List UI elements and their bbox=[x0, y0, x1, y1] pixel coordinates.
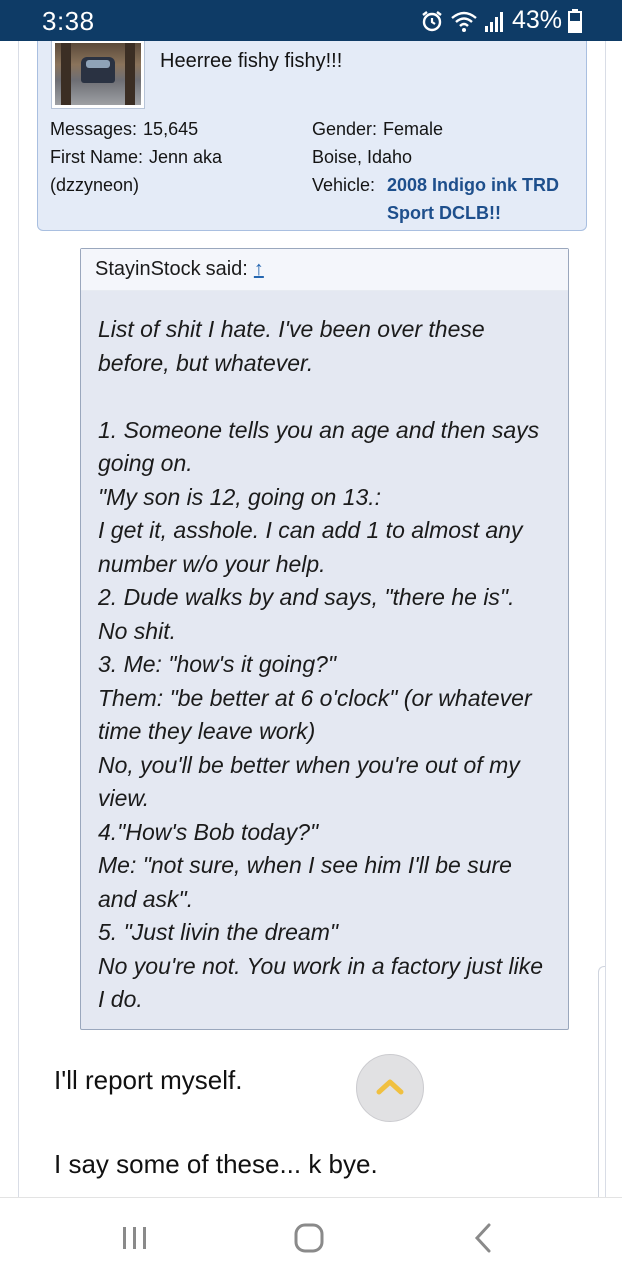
phone-screen: 3:38 43% Heerree fishy fishy!!! Messages… bbox=[0, 0, 622, 1279]
home-button[interactable] bbox=[289, 1220, 329, 1260]
jump-to-quote-icon[interactable]: ↑ bbox=[254, 258, 264, 281]
user-signature: Heerree fishy fishy!!! bbox=[160, 50, 343, 72]
edge-panel-handle[interactable] bbox=[598, 966, 605, 1197]
quote-line: number w/o your help. bbox=[98, 550, 326, 577]
quote-line: 1. Someone tells you an age and then say… bbox=[98, 416, 540, 443]
chevron-up-icon bbox=[375, 1076, 405, 1101]
forum-post-page: Heerree fishy fishy!!! Messages: 15,645 F… bbox=[18, 41, 606, 1197]
messages-stat: Messages: 15,645 bbox=[50, 115, 198, 143]
status-time: 3:38 bbox=[42, 6, 95, 36]
quote-line: going on. bbox=[98, 450, 193, 476]
vehicle-label: Vehicle: bbox=[312, 175, 376, 195]
post-text-line-1: I'll report myself. bbox=[54, 1065, 243, 1095]
first-name-continued: (dzzyneon) bbox=[50, 175, 140, 195]
quote-line: Me: "not sure, when I see him I'll be su… bbox=[98, 852, 512, 878]
quote-text: List of shit I hate. I've been over thes… bbox=[81, 291, 568, 1017]
quote-header: StayinStock said: ↑ bbox=[81, 249, 568, 291]
gender-stat: Gender: Female bbox=[312, 115, 443, 143]
first-name-value: Jenn aka bbox=[149, 147, 223, 167]
recents-icon bbox=[120, 1225, 150, 1256]
quote-line: "My son is 12, going on 13.: bbox=[98, 483, 382, 510]
quote-author[interactable]: StayinStock bbox=[95, 258, 201, 281]
location-value: Boise, Idaho bbox=[312, 147, 413, 167]
avatar[interactable] bbox=[52, 41, 144, 108]
quote-line: Them: "be better at 6 o'clock" (or whate… bbox=[98, 684, 532, 711]
quote-line: view. bbox=[98, 785, 150, 811]
quote-line: No shit. bbox=[98, 617, 176, 644]
quote-line: 2. Dude walks by and says, "there he is"… bbox=[98, 584, 515, 610]
alarm-icon bbox=[420, 9, 444, 33]
status-bar: 3:38 43% bbox=[0, 0, 622, 41]
quote-block: StayinStock said: ↑ List of shit I hate.… bbox=[80, 248, 569, 1030]
android-nav-bar bbox=[0, 1197, 622, 1279]
recents-button[interactable] bbox=[115, 1220, 155, 1260]
battery-percentage: 43% bbox=[511, 6, 562, 34]
quote-line: I get it, asshole. I can add 1 to almost… bbox=[98, 517, 523, 543]
quote-line: List of shit I hate. I've been over thes… bbox=[98, 316, 485, 342]
user-profile-card: Heerree fishy fishy!!! Messages: 15,645 F… bbox=[37, 41, 587, 231]
quote-line: before, but whatever. bbox=[98, 349, 314, 376]
gender-label: Gender: bbox=[312, 119, 378, 139]
quote-line: No, you'll be better when you're out of … bbox=[98, 751, 520, 778]
quote-line: I do. bbox=[98, 986, 143, 1012]
gender-value: Female bbox=[383, 119, 444, 139]
quote-line: time they leave work) bbox=[98, 718, 316, 744]
back-button[interactable] bbox=[463, 1220, 503, 1260]
home-icon bbox=[293, 1222, 325, 1259]
wifi-icon bbox=[450, 9, 478, 33]
vehicle-link[interactable]: 2008 Indigo ink TRD Sport DCLB!! bbox=[387, 171, 577, 227]
quote-line: 4."How's Bob today?" bbox=[98, 818, 319, 845]
messages-label: Messages: bbox=[50, 119, 138, 139]
back-icon bbox=[472, 1222, 494, 1259]
battery-icon bbox=[568, 8, 582, 33]
quote-line: No you're not. You work in a factory jus… bbox=[98, 952, 544, 979]
first-name-label: First Name: bbox=[50, 147, 144, 167]
first-name-stat: First Name: Jenn aka bbox=[50, 143, 222, 171]
quote-line: and ask". bbox=[98, 885, 194, 912]
status-icons: 43% bbox=[420, 6, 582, 35]
post-text-line-2: I say some of these... k bye. bbox=[54, 1149, 378, 1179]
signal-icon bbox=[484, 9, 506, 33]
messages-value: 15,645 bbox=[143, 119, 199, 139]
scroll-to-top-button[interactable] bbox=[356, 1054, 424, 1122]
quote-line: 5. "Just livin the dream" bbox=[98, 919, 339, 945]
quote-line: 3. Me: "how's it going?" bbox=[98, 651, 337, 677]
quote-line bbox=[98, 380, 554, 414]
quote-said-label: said: bbox=[205, 258, 248, 280]
